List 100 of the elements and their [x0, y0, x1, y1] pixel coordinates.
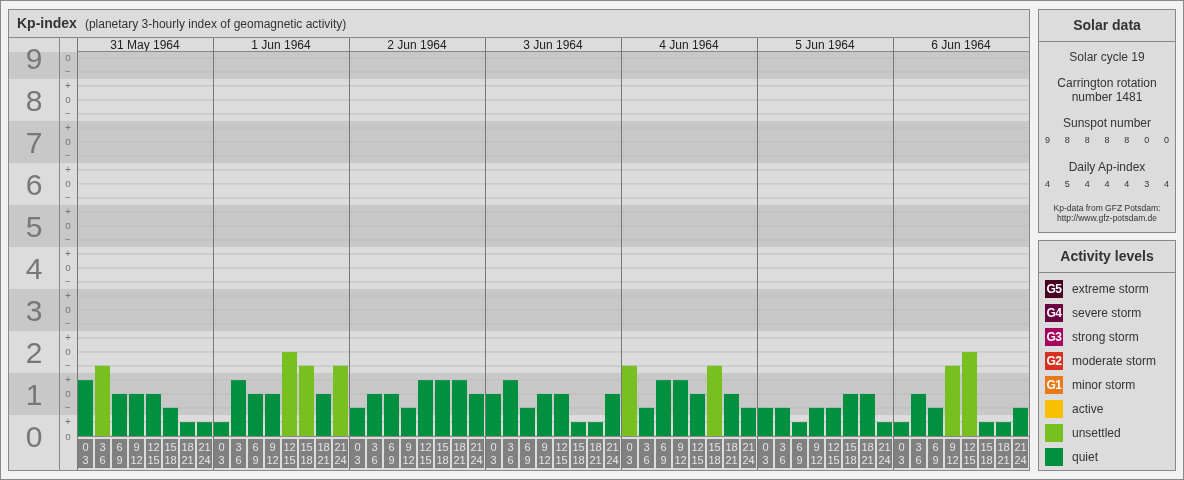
- bar: [792, 422, 807, 436]
- level-label: quiet: [1072, 449, 1099, 466]
- sunspot-value: 0: [1144, 134, 1150, 147]
- bar: [928, 407, 943, 436]
- bar: [690, 394, 705, 436]
- chart-subtitle: (planetary 3-hourly index of geomagnetic activity): [84, 15, 347, 33]
- hour-label: 0 3: [78, 439, 93, 468]
- bar: [333, 365, 348, 436]
- axis-label: 4: [25, 251, 43, 285]
- ap-index-value: 3: [1144, 177, 1150, 191]
- hour-label: 12 15: [418, 439, 433, 468]
- panel-title: Activity levels: [1039, 241, 1175, 273]
- day-label: 1 Jun 1964: [251, 38, 311, 52]
- axis-label: 5: [25, 209, 43, 243]
- day-label: 3 Jun 1964: [523, 38, 583, 52]
- bar: [945, 365, 960, 436]
- hour-label: 9 12: [265, 439, 280, 468]
- sunspot-value: 8: [1104, 134, 1110, 147]
- hour-label: 12 15: [146, 439, 161, 468]
- bar: [112, 394, 127, 436]
- tick-label: −: [65, 108, 71, 120]
- bar: [605, 394, 620, 436]
- tick-label: −: [65, 66, 71, 78]
- hour-label: 21 24: [1013, 439, 1028, 468]
- day-label: 6 Jun 1964: [931, 38, 991, 52]
- bar: [316, 394, 331, 436]
- axis-label: 2: [25, 335, 43, 369]
- day-label: 4 Jun 1964: [659, 38, 719, 52]
- bar: [384, 394, 399, 436]
- level-badge: G5: [1045, 280, 1063, 298]
- tick-label: +: [65, 290, 71, 302]
- bar: [673, 380, 688, 436]
- bar: [537, 394, 552, 436]
- tick-label: −: [65, 318, 71, 330]
- sunspot-value: 8: [1124, 134, 1130, 147]
- hour-label: 0 3: [486, 439, 501, 468]
- hour-label: 6 9: [248, 439, 263, 468]
- bar: [469, 394, 484, 436]
- hour-label: 15 18: [571, 439, 586, 468]
- bar: [996, 422, 1011, 436]
- tick-label: −: [65, 360, 71, 372]
- bar: [78, 380, 93, 436]
- hour-label: 15 18: [163, 439, 178, 468]
- bar: [503, 380, 518, 436]
- ap-index-value: 5: [1064, 177, 1070, 191]
- ap-index-value: 4: [1084, 177, 1090, 191]
- hour-label: 3 6: [367, 439, 382, 468]
- tick-label: +: [65, 248, 71, 260]
- bar: [265, 394, 280, 436]
- bar: [588, 422, 603, 436]
- hour-label: 9 12: [129, 439, 144, 468]
- hour-label: 0 3: [894, 439, 909, 468]
- sunspot-label: Sunspot number: [1061, 116, 1153, 130]
- bar: [180, 422, 195, 436]
- level-badge: G3: [1045, 328, 1063, 346]
- hour-label: 6 9: [384, 439, 399, 468]
- day-label: 31 May 1964: [110, 38, 180, 52]
- axis-label: 9: [25, 41, 43, 75]
- carrington-text: Carrington rotation number 1481: [1056, 75, 1158, 104]
- ap-index-value: 4: [1045, 177, 1050, 191]
- tick-label: +: [65, 122, 71, 134]
- bar: [741, 407, 756, 436]
- tick-label: +: [65, 206, 71, 218]
- bar: [231, 380, 246, 436]
- bar: [775, 407, 790, 436]
- tick-label: o: [65, 262, 71, 274]
- bar: [1013, 407, 1028, 436]
- bar: [877, 422, 892, 436]
- bar: [435, 380, 450, 436]
- hour-label: 18 21: [588, 439, 603, 468]
- panel-title: Solar data: [1039, 10, 1175, 42]
- axis-label: 1: [25, 378, 43, 411]
- level-label: severe storm: [1072, 305, 1142, 322]
- hour-label: 15 18: [979, 439, 994, 468]
- tick-label: +: [65, 332, 71, 344]
- tick-label: +: [65, 80, 71, 92]
- level-label: unsettled: [1072, 425, 1121, 442]
- axis-label: 7: [25, 125, 43, 159]
- hour-label: 12 15: [554, 439, 569, 468]
- tick-label: o: [65, 388, 71, 400]
- level-label: extreme storm: [1072, 281, 1149, 298]
- hour-label: 0 3: [622, 439, 637, 468]
- sunspot-value: 9: [1045, 134, 1050, 147]
- level-badge: G2: [1045, 352, 1063, 370]
- hour-label: 0 3: [758, 439, 773, 468]
- tick-label: −: [65, 192, 71, 204]
- hour-label: 3 6: [503, 439, 518, 468]
- tick-label: +: [65, 164, 71, 176]
- hour-label: 6 9: [520, 439, 535, 468]
- bar: [197, 422, 212, 436]
- tick-label: o: [65, 52, 71, 64]
- hour-label: 18 21: [316, 439, 331, 468]
- hour-label: 15 18: [843, 439, 858, 468]
- bar: [163, 407, 178, 436]
- tick-label: −: [65, 402, 71, 414]
- tick-label: o: [65, 346, 71, 358]
- bar: [894, 422, 909, 436]
- tick-label: o: [65, 94, 71, 106]
- bar: [214, 422, 229, 436]
- tick-label: o: [65, 136, 71, 148]
